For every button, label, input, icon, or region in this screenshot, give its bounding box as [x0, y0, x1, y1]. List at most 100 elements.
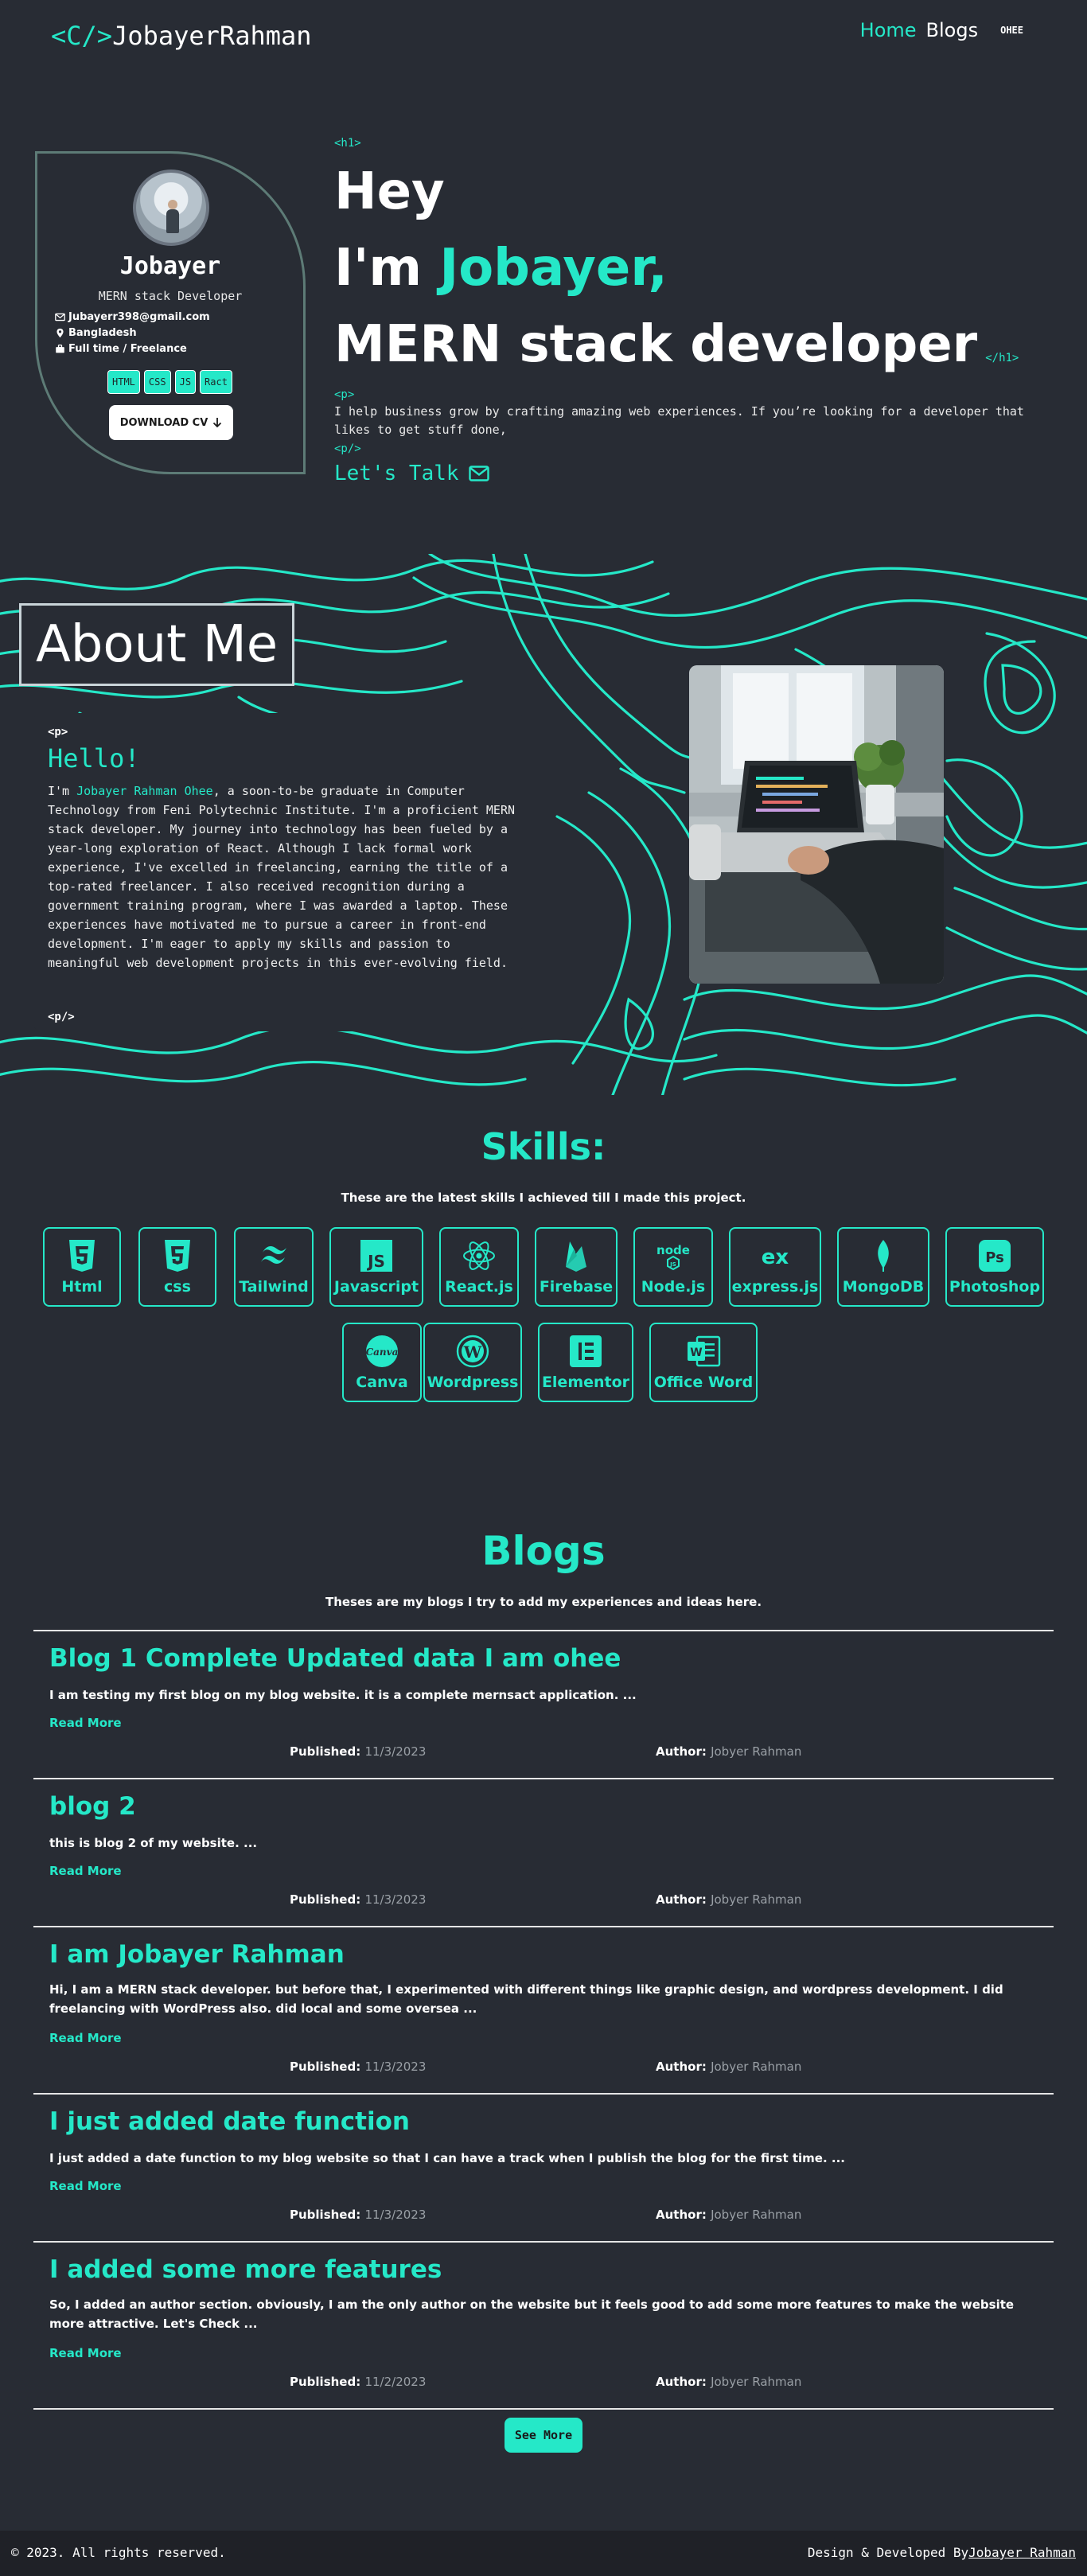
blog-title[interactable]: blog 2 — [49, 1792, 136, 1821]
read-more-link[interactable]: Read More — [49, 2179, 122, 2193]
blog-divider — [33, 1778, 1054, 1779]
skill-label: Node.js — [641, 1278, 706, 1296]
hero-name-highlight: Jobayer, — [439, 239, 668, 298]
blog-divider — [33, 2093, 1054, 2095]
skill-card-wordpress: W Wordpress — [423, 1323, 522, 1402]
arrow-down-icon — [213, 418, 222, 428]
about-paragraph: I'm Jobayer Rahman Ohee, a soon-to-be gr… — [48, 781, 517, 972]
blog-excerpt: Hi, I am a MERN stack developer. but bef… — [49, 1982, 1003, 2016]
blog-published: Published: 11/3/2023 — [290, 2208, 426, 2222]
profile-role: MERN stack Developer — [98, 289, 243, 303]
p-close-tag: <p/> — [334, 442, 361, 455]
profile-location: Bangladesh — [55, 327, 137, 339]
about-hello: Hello! — [48, 743, 140, 774]
about-body: , a soon-to-be graduate in Computer Tech… — [48, 784, 515, 970]
profile-email-text: Jubayerr398@gmail.com — [68, 311, 210, 323]
published-label: Published: — [290, 2060, 361, 2074]
published-date: 11/3/2023 — [364, 1744, 427, 1759]
skill-card-elementor: Elementor — [538, 1323, 633, 1402]
skill-label: React.js — [445, 1278, 513, 1296]
blog-divider — [33, 2241, 1054, 2243]
blog-title[interactable]: Blog 1 Complete Updated data I am ohee — [49, 1644, 621, 1673]
blog-author: Author: Jobyer Rahman — [656, 2375, 801, 2389]
download-cv-button[interactable]: DOWNLOAD CV — [109, 405, 233, 440]
author-label: Author: — [656, 1892, 707, 1907]
skill-label: Elementor — [541, 1374, 630, 1391]
blog-published: Published: 11/3/2023 — [290, 2060, 426, 2074]
skill-card-tailwind: Tailwind — [234, 1227, 314, 1307]
read-more-link[interactable]: Read More — [49, 1716, 122, 1730]
blog-title[interactable]: I am Jobayer Rahman — [49, 1940, 345, 1969]
lets-talk-label: Let's Talk — [334, 462, 459, 485]
wordpress-icon: W — [456, 1335, 489, 1368]
photoshop-icon: Ps — [979, 1240, 1011, 1272]
svg-text:Canva: Canva — [366, 1346, 399, 1358]
blog-divider — [33, 1926, 1054, 1927]
hero-line-name: I'm Jobayer, — [334, 239, 668, 298]
credit-author-link[interactable]: Jobayer Rahman — [968, 2545, 1076, 2560]
blogs-subtitle: Theses are my blogs I try to add my expe… — [325, 1595, 762, 1609]
word-icon: W — [688, 1335, 721, 1367]
hero-im-prefix: I'm — [334, 239, 440, 298]
hero-paragraph: I help business grow by crafting amazing… — [334, 404, 1024, 437]
skill-label: Photoshop — [949, 1278, 1041, 1296]
tag-html: HTML — [107, 370, 140, 394]
blog-excerpt: this is blog 2 of my website. ... — [49, 1836, 258, 1850]
skill-card-word: W Office Word — [649, 1323, 758, 1402]
skill-label: Wordpress — [427, 1374, 519, 1391]
main-nav: Home Blogs OHEE — [860, 19, 1023, 41]
author-name: Jobyer Rahman — [711, 1744, 802, 1759]
author-label: Author: — [656, 2208, 707, 2222]
published-label: Published: — [290, 2208, 361, 2222]
read-more-link[interactable]: Read More — [49, 2346, 122, 2360]
tailwind-icon — [261, 1246, 286, 1264]
skill-card-canva: Canva Canva — [342, 1323, 422, 1402]
profile-name: Jobayer — [119, 252, 221, 280]
profile-email: Jubayerr398@gmail.com — [55, 311, 210, 323]
envelope-icon — [55, 313, 65, 322]
download-cv-label: DOWNLOAD CV — [119, 416, 208, 429]
published-date: 11/3/2023 — [364, 2060, 427, 2074]
profile-availability-text: Full time / Freelance — [68, 343, 187, 355]
mongodb-icon — [878, 1240, 889, 1272]
blog-title[interactable]: I added some more features — [49, 2255, 442, 2284]
read-more-link[interactable]: Read More — [49, 1864, 122, 1878]
skill-label: css — [164, 1278, 191, 1296]
site-footer: © 2023. All rights reserved. Design & De… — [0, 2531, 1087, 2576]
skill-label: Firebase — [539, 1278, 614, 1296]
svg-text:JS: JS — [366, 1252, 385, 1271]
published-label: Published: — [290, 2375, 361, 2389]
lets-talk-button[interactable]: Let's Talk — [334, 462, 489, 485]
skill-card-css: css — [138, 1227, 216, 1307]
hero-line-hey: Hey — [334, 162, 445, 221]
blog-title[interactable]: I just added date function — [49, 2107, 410, 2136]
credit-prefix: Design & Developed By — [807, 2545, 969, 2560]
nav-home-link[interactable]: Home — [860, 19, 917, 41]
skill-card-mongodb: MongoDB — [837, 1227, 929, 1307]
author-label: Author: — [656, 1744, 707, 1759]
nav-user-link[interactable]: OHEE — [1000, 25, 1023, 36]
blog-author: Author: Jobyer Rahman — [656, 1744, 801, 1759]
hero-role-text: MERN stack developer — [334, 315, 978, 374]
skill-card-nodejs: node JS Node.js — [633, 1227, 713, 1307]
h1-open-tag: <h1> — [334, 137, 361, 150]
skills-title: Skills: — [481, 1125, 606, 1168]
svg-text:node: node — [656, 1243, 690, 1257]
about-laptop-photo — [689, 665, 944, 984]
nav-blogs-link[interactable]: Blogs — [926, 19, 979, 41]
tag-js: JS — [174, 370, 197, 394]
blog-divider — [33, 2408, 1054, 2410]
svg-text:Ps: Ps — [985, 1249, 1004, 1266]
logo-code: <C/> — [51, 21, 113, 51]
blog-author: Author: Jobyer Rahman — [656, 1892, 801, 1907]
p-open-tag: <p> — [334, 388, 355, 401]
about-title: About Me — [19, 603, 295, 686]
see-more-button[interactable]: See More — [505, 2418, 582, 2453]
read-more-link[interactable]: Read More — [49, 2031, 122, 2045]
author-name: Jobyer Rahman — [711, 2208, 802, 2222]
author-name: Jobyer Rahman — [711, 1892, 802, 1907]
profile-location-text: Bangladesh — [68, 327, 137, 339]
site-logo[interactable]: <C/>JobayerRahman — [51, 21, 312, 51]
tag-css: CSS — [143, 370, 171, 394]
skill-label: Javascript — [333, 1278, 419, 1296]
